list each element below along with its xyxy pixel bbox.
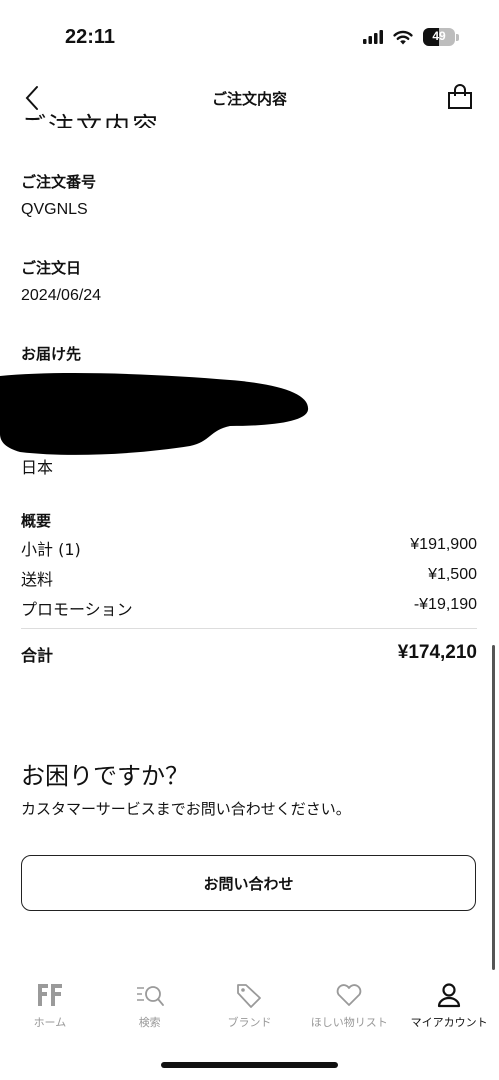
scrolled-heading: ご注文内容 [20,113,161,128]
heart-icon [336,984,362,1006]
total-row: 合計 ¥174,210 [21,642,477,666]
tab-wishlist[interactable]: ほしい物リスト [299,980,399,1040]
tag-icon [237,984,262,1008]
tab-brands[interactable]: ブランド [200,980,300,1040]
tab-account-label: マイアカウント [410,1016,488,1029]
home-logo-icon [37,984,62,1006]
redacted-address [0,373,309,455]
tab-search[interactable]: 検索 [100,980,200,1040]
account-icon [437,983,461,1008]
shipping-row: 送料 ¥1,500 [21,566,477,590]
tab-home-label: ホーム [33,1016,67,1029]
battery-icon: 49 [423,28,459,46]
help-text: カスタマーサービスまでお問い合わせください。 [21,800,351,818]
help-title: お困りですか？ [21,762,189,790]
summary-divider [21,628,477,629]
tab-account[interactable]: マイアカウント [399,980,499,1040]
total-label: 合計 [21,646,54,665]
promotion-amount: -¥19,190 [413,596,477,613]
shopping-bag-button[interactable] [443,80,477,114]
contact-button[interactable]: お問い合わせ [21,855,476,911]
order-date: 2024/06/24 [21,287,102,304]
shipping-amount: ¥1,500 [428,566,477,583]
total-amount: ¥174,210 [397,642,477,663]
scrollbar[interactable] [492,645,495,970]
tab-search-label: 検索 [138,1016,161,1029]
order-number-label: ご注文番号 [21,173,97,191]
shipping-label: 送料 [21,570,54,589]
status-icons: 49 [363,28,459,46]
tab-brands-label: ブランド [227,1016,272,1029]
promotion-label: プロモーション [21,600,133,619]
wifi-icon [393,30,413,44]
shipping-address-label: お届け先 [21,345,82,363]
status-bar: 22:11 49 [0,0,499,70]
shipping-country: 日本 [21,460,54,477]
shopping-bag-icon [448,84,472,109]
home-indicator [161,1062,338,1068]
status-time: 22:11 [65,26,116,48]
order-number: QVGNLS [21,201,88,218]
subtotal-row: 小計 (1) ¥191,900 [21,536,477,560]
search-icon [136,986,164,1006]
tab-wishlist-label: ほしい物リスト [310,1016,388,1029]
tab-bar: ホーム 検索 ブランド ほしい物リスト マイアカウント [0,980,499,1040]
subtotal-label: 小計 (1) [21,540,81,559]
subtotal-amount: ¥191,900 [410,536,477,553]
battery-level: 49 [432,29,446,43]
tab-home[interactable]: ホーム [0,980,100,1040]
signal-icon [363,30,383,44]
promotion-row: プロモーション -¥19,190 [21,596,477,620]
summary-label: 概要 [21,512,52,530]
order-date-label: ご注文日 [21,259,82,277]
